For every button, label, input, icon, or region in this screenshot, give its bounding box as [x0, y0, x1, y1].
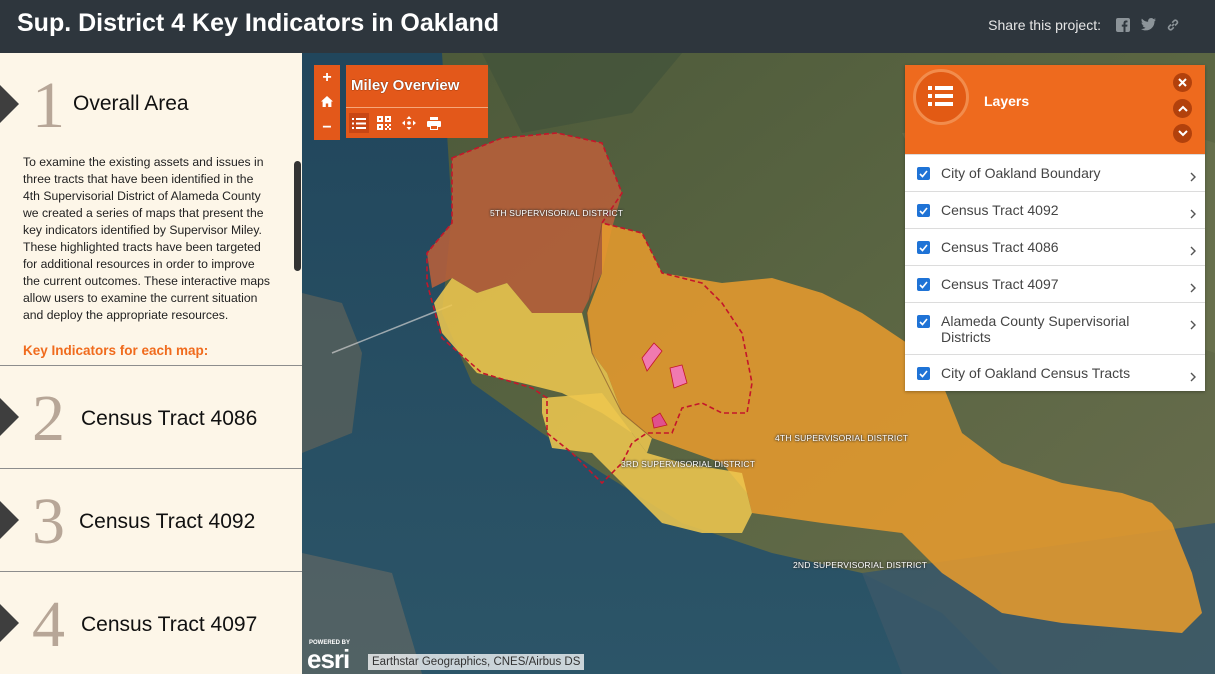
section-title: Census Tract 4086	[81, 407, 258, 430]
chevron-up-icon[interactable]	[1173, 99, 1192, 118]
layers-header: Layers	[905, 65, 1205, 154]
checkbox[interactable]	[917, 367, 930, 380]
checkbox[interactable]	[917, 167, 930, 180]
print-icon[interactable]	[424, 113, 444, 133]
home-icon[interactable]	[314, 91, 340, 115]
layer-item[interactable]: Alameda County Supervisorial Districts	[905, 302, 1205, 354]
layer-label: Alameda County Supervisorial Districts	[941, 313, 1130, 345]
zoom-out-button[interactable]: −	[314, 116, 340, 140]
map-attribution[interactable]: Earthstar Geographics, CNES/Airbus DS	[368, 654, 585, 670]
layer-label: Census Tract 4086	[941, 239, 1059, 255]
chevron-down-icon[interactable]	[1173, 124, 1192, 143]
layer-label: Census Tract 4092	[941, 202, 1059, 218]
story-sidebar: 1 Overall Area To examine the existing a…	[0, 53, 302, 674]
section-subheading: Key Indicators for each map:	[23, 343, 209, 358]
layer-item[interactable]: City of Oakland Boundary	[905, 154, 1205, 191]
map-title: Miley Overview	[351, 77, 460, 94]
layer-item[interactable]: City of Oakland Census Tracts	[905, 354, 1205, 391]
zoom-control: + −	[314, 65, 340, 140]
section-census-tract-4086[interactable]: 2 Census Tract 4086	[0, 365, 302, 468]
checkbox[interactable]	[917, 278, 930, 291]
chevron-right-icon[interactable]	[1189, 206, 1197, 219]
section-title: Overall Area	[73, 92, 189, 115]
district-2-label: 2ND SUPERVISORIAL DISTRICT	[793, 560, 928, 570]
section-arrow-icon	[0, 398, 19, 436]
facebook-icon[interactable]	[1116, 18, 1130, 32]
checkbox[interactable]	[917, 315, 930, 328]
layer-item[interactable]: Census Tract 4086	[905, 228, 1205, 265]
chevron-right-icon[interactable]	[1189, 369, 1197, 382]
layer-item[interactable]: Census Tract 4097	[905, 265, 1205, 302]
chevron-right-icon[interactable]	[1189, 243, 1197, 256]
map-toolbar	[349, 113, 444, 133]
section-arrow-icon	[0, 604, 19, 642]
section-census-tract-4097[interactable]: 4 Census Tract 4097	[0, 571, 302, 674]
district-4-label: 4TH SUPERVISORIAL DISTRICT	[775, 433, 909, 443]
layer-label: Census Tract 4097	[941, 276, 1059, 292]
app-header: Sup. District 4 Key Indicators in Oaklan…	[0, 0, 1215, 53]
layers-list-icon[interactable]	[913, 69, 969, 125]
section-number: 3	[32, 485, 65, 558]
layers-panel: Layers City of Oakland Boundary Census T…	[905, 65, 1205, 391]
section-number: 4	[32, 588, 65, 661]
district-3-label: 3RD SUPERVISORIAL DISTRICT	[621, 459, 756, 469]
share-label: Share this project:	[988, 17, 1101, 33]
zoom-in-button[interactable]: +	[314, 66, 340, 90]
qr-icon[interactable]	[374, 113, 394, 133]
esri-wordmark: esri	[307, 644, 350, 674]
chevron-right-icon[interactable]	[1189, 280, 1197, 293]
district-5-label: 5TH SUPERVISORIAL DISTRICT	[490, 208, 624, 218]
section-description: To examine the existing assets and issue…	[23, 155, 271, 322]
layers-title: Layers	[984, 93, 1030, 109]
close-icon[interactable]	[1173, 73, 1192, 92]
link-icon[interactable]	[1166, 18, 1180, 32]
esri-logo[interactable]: POWERED BY esri	[306, 638, 368, 672]
map-view[interactable]: 5TH SUPERVISORIAL DISTRICT 4TH SUPERVISO…	[302, 53, 1215, 674]
chevron-right-icon[interactable]	[1189, 169, 1197, 182]
layer-label: City of Oakland Census Tracts	[941, 365, 1131, 381]
share-bar: Share this project:	[988, 17, 1180, 33]
move-icon[interactable]	[399, 113, 419, 133]
section-arrow-icon	[0, 501, 19, 539]
divider	[346, 107, 488, 108]
checkbox[interactable]	[917, 241, 930, 254]
section-title: Census Tract 4092	[79, 510, 256, 533]
section-number: 2	[32, 382, 65, 455]
layer-label: City of Oakland Boundary	[941, 165, 1101, 181]
layer-item[interactable]: Census Tract 4092	[905, 191, 1205, 228]
scrollbar-thumb[interactable]	[294, 161, 301, 271]
list-icon[interactable]	[349, 113, 369, 133]
checkbox[interactable]	[917, 204, 930, 217]
section-overall-area[interactable]: 1 Overall Area To examine the existing a…	[0, 53, 302, 365]
map-title-panel: Miley Overview	[346, 65, 488, 138]
twitter-icon[interactable]	[1141, 18, 1156, 32]
section-census-tract-4092[interactable]: 3 Census Tract 4092	[0, 468, 302, 571]
section-number: 1	[32, 69, 65, 142]
active-section-arrow-icon	[0, 85, 19, 123]
page-title: Sup. District 4 Key Indicators in Oaklan…	[17, 9, 500, 37]
section-title: Census Tract 4097	[81, 613, 258, 636]
chevron-right-icon[interactable]	[1189, 317, 1197, 330]
